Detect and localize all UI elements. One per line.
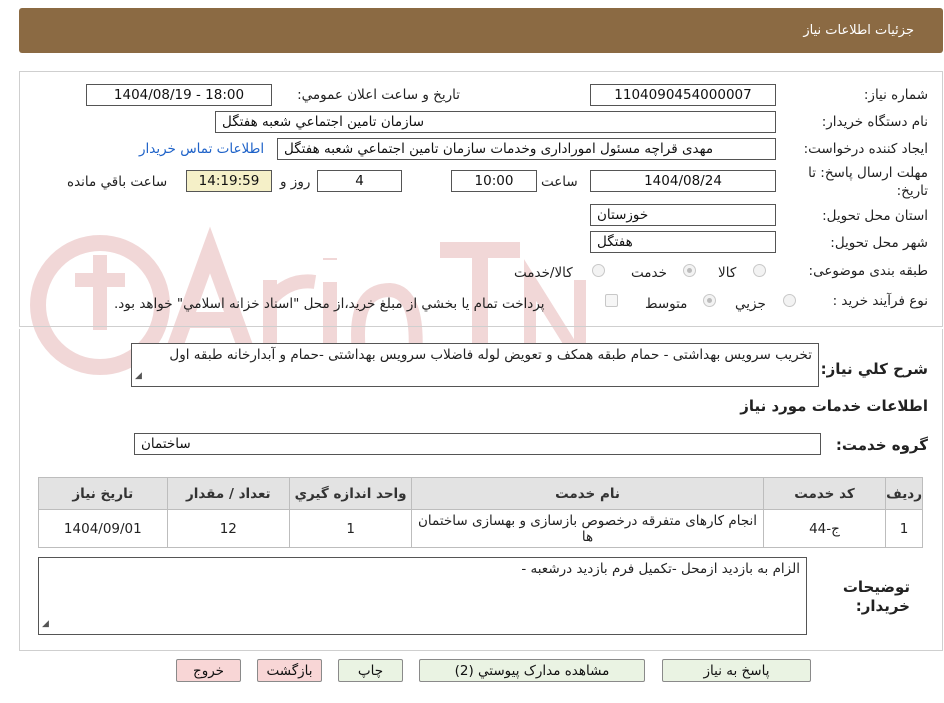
- summary-label: شرح کلي نياز:: [820, 360, 928, 378]
- col-code: کد خدمت: [762, 477, 887, 510]
- category-goods-radio[interactable]: [753, 264, 766, 277]
- back-button[interactable]: بازگشت: [257, 659, 322, 682]
- category-goods-label: کالا: [718, 265, 737, 281]
- form-panel: [19, 71, 943, 327]
- services-table: رديف کد خدمت نام خدمت واحد اندازه گيري ت…: [38, 477, 923, 548]
- table-row: 1 ج-44 انجام کارهای متفرقه درخصوص بازساز…: [38, 509, 923, 548]
- deadline-date-field[interactable]: 1404/08/24: [590, 170, 776, 192]
- cell-name: انجام کارهای متفرقه درخصوص بازسازی و بهس…: [411, 509, 764, 548]
- service-group-field[interactable]: ساختمان: [134, 433, 821, 455]
- province-label: استان محل تحويل:: [822, 208, 928, 224]
- category-goods-service-radio[interactable]: [592, 264, 605, 277]
- print-button[interactable]: چاپ: [338, 659, 403, 682]
- category-service-label: خدمت: [631, 265, 667, 281]
- buyer-org-label: نام دستگاه خريدار:: [821, 114, 928, 130]
- col-unit: واحد اندازه گيري: [288, 477, 413, 510]
- requester-label: ايجاد کننده درخواست:: [803, 141, 928, 157]
- deadline-time-field[interactable]: 10:00: [451, 170, 537, 192]
- buyer-contact-link[interactable]: اطلاعات تماس خريدار: [139, 141, 264, 157]
- process-medium-label: متوسط: [645, 296, 688, 312]
- buyer-org-field[interactable]: سازمان تامين اجتماعي شعبه هفتگل: [215, 111, 776, 133]
- col-name: نام خدمت: [411, 477, 764, 510]
- resize-handle-icon[interactable]: ◢: [42, 616, 49, 632]
- summary-text: تخریب سرویس بهداشتی - حمام طبقه همکف و ت…: [169, 347, 812, 363]
- service-group-label: گروه خدمت:: [835, 436, 928, 454]
- process-minor-label: جزيي: [735, 296, 766, 312]
- col-row: رديف: [885, 477, 923, 510]
- process-medium-radio[interactable]: [703, 294, 716, 307]
- remaining-time-label: ساعت باقي مانده: [67, 174, 168, 190]
- reply-button[interactable]: پاسخ به نياز: [662, 659, 811, 682]
- city-field[interactable]: هفتگل: [590, 231, 776, 253]
- province-field[interactable]: خوزستان: [590, 204, 776, 226]
- category-label: طبقه بندی موضوعی:: [808, 263, 928, 279]
- remaining-time-field: 14:19:59: [186, 170, 272, 192]
- requester-field[interactable]: مهدی قراچه مسئول امورادارى وخدمات سازمان…: [277, 138, 776, 160]
- city-label: شهر محل تحويل:: [830, 235, 928, 251]
- deadline-time-label: ساعت: [541, 174, 578, 190]
- cell-date: 1404/09/01: [38, 509, 168, 548]
- buyer-notes-textarea[interactable]: الزام به بازدید ازمحل -تکمیل فرم بازدید …: [38, 557, 807, 635]
- cell-qty: 12: [166, 509, 290, 548]
- announce-date-field[interactable]: 1404/08/19 - 18:00: [86, 84, 272, 106]
- category-goods-service-label: کالا/خدمت: [514, 265, 573, 281]
- summary-textarea[interactable]: تخریب سرویس بهداشتی - حمام طبقه همکف و ت…: [131, 343, 819, 387]
- page-title: جزئیات اطلاعات نیاز: [803, 23, 914, 38]
- deadline-label-date: تاريخ:: [896, 183, 928, 199]
- services-table-header: رديف کد خدمت نام خدمت واحد اندازه گيري ت…: [38, 477, 923, 510]
- need-number-label: شماره نیاز:: [863, 87, 928, 103]
- treasury-payment-note: پرداخت تمام يا بخشي از مبلغ خريد،از محل …: [114, 296, 545, 312]
- buyer-notes-label: توضيحات: [842, 578, 910, 596]
- col-qty: تعداد / مقدار: [166, 477, 290, 510]
- cell-row: 1: [885, 509, 923, 548]
- category-service-radio[interactable]: [683, 264, 696, 277]
- process-label: نوع فرآيند خريد :: [832, 293, 928, 309]
- remaining-days-field[interactable]: 4: [317, 170, 402, 192]
- buyer-notes-label-2: خريدار:: [855, 597, 910, 615]
- treasury-payment-checkbox[interactable]: [605, 294, 618, 307]
- col-date: تاريخ نياز: [38, 477, 168, 510]
- buyer-notes-text: الزام به بازدید ازمحل -تکمیل فرم بازدید …: [521, 561, 800, 577]
- need-number-field[interactable]: 1104090454000007: [590, 84, 776, 106]
- deadline-label: مهلت ارسال پاسخ: تا: [808, 165, 928, 181]
- cell-unit: 1: [288, 509, 413, 548]
- resize-handle-icon[interactable]: ◢: [135, 368, 142, 384]
- process-minor-radio[interactable]: [783, 294, 796, 307]
- exit-button[interactable]: خروج: [176, 659, 241, 682]
- services-section-title: اطلاعات خدمات مورد نياز: [740, 397, 928, 415]
- announce-date-label: تاریخ و ساعت اعلان عمومي:: [297, 87, 460, 103]
- view-attachments-button[interactable]: مشاهده مدارک پيوستي (2): [419, 659, 645, 682]
- cell-code: ج-44: [762, 509, 887, 548]
- days-and-label: روز و: [280, 174, 311, 190]
